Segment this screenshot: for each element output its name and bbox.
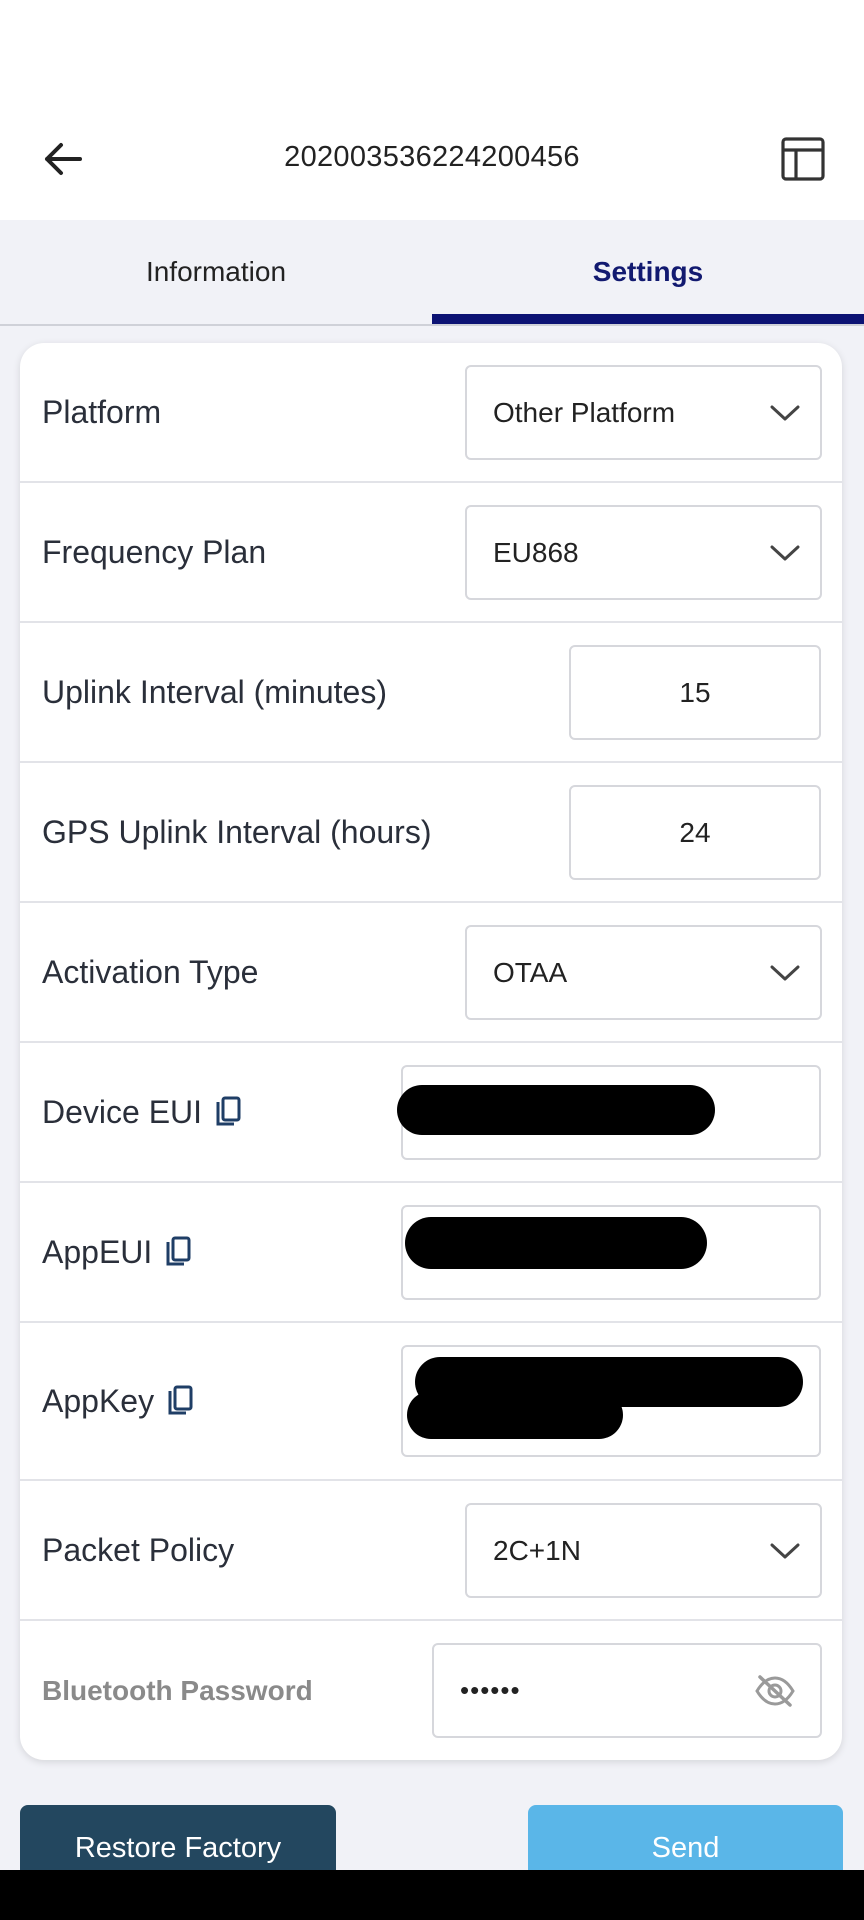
activation-type-value: OTAA	[493, 956, 568, 988]
tab-information[interactable]: Information	[0, 220, 432, 324]
app-eui-label: AppEUI	[42, 1233, 153, 1270]
uplink-interval-row: Uplink Interval (minutes) 15	[20, 623, 842, 763]
chevron-down-icon	[770, 1505, 800, 1596]
copy-icon[interactable]	[164, 1236, 192, 1268]
copy-icon[interactable]	[214, 1096, 242, 1128]
activation-type-row: Activation Type OTAA	[20, 903, 842, 1043]
layout-button[interactable]	[778, 136, 828, 186]
redacted-value	[397, 1085, 715, 1135]
frequency-plan-value: EU868	[493, 536, 579, 568]
platform-value: Other Platform	[493, 396, 676, 428]
platform-row: Platform Other Platform	[20, 343, 842, 483]
password-value: ••••••	[460, 1675, 521, 1705]
platform-select[interactable]: Other Platform	[465, 365, 822, 460]
app-key-label-group: AppKey	[42, 1323, 194, 1479]
gps-uplink-interval-input[interactable]: 24	[569, 785, 821, 880]
chevron-down-icon	[770, 927, 800, 1018]
tab-bar: Information Settings	[0, 220, 864, 326]
bluetooth-password-input[interactable]: ••••••	[432, 1643, 822, 1738]
bluetooth-password-row: Bluetooth Password ••••••	[20, 1621, 842, 1760]
bluetooth-password-label: Bluetooth Password	[42, 1674, 313, 1706]
packet-policy-label: Packet Policy	[42, 1531, 235, 1568]
eye-off-icon[interactable]	[754, 1645, 796, 1736]
redacted-value	[407, 1391, 623, 1439]
platform-label: Platform	[42, 393, 162, 430]
frequency-plan-label: Frequency Plan	[42, 533, 267, 570]
app-eui-label-group: AppEUI	[42, 1183, 192, 1321]
chevron-down-icon	[770, 367, 800, 458]
activation-type-label: Activation Type	[42, 953, 259, 990]
device-eui-input[interactable]	[397, 1065, 821, 1160]
settings-card: Platform Other Platform Frequency Plan E…	[20, 343, 842, 1760]
packet-policy-select[interactable]: 2C+1N	[465, 1503, 822, 1598]
device-eui-label: Device EUI	[42, 1093, 203, 1130]
uplink-interval-label: Uplink Interval (minutes)	[42, 673, 387, 710]
system-navigation-bar	[0, 1870, 864, 1920]
frequency-plan-select[interactable]: EU868	[465, 505, 822, 600]
gps-uplink-interval-label: GPS Uplink Interval (hours)	[42, 813, 432, 850]
app-bar: 202003536224200456	[0, 0, 864, 220]
packet-policy-row: Packet Policy 2C+1N	[20, 1481, 842, 1621]
active-tab-indicator	[432, 314, 864, 324]
activation-type-select[interactable]: OTAA	[465, 925, 822, 1020]
app-key-row: AppKey	[20, 1323, 842, 1481]
chevron-down-icon	[770, 507, 800, 598]
gps-uplink-interval-row: GPS Uplink Interval (hours) 24	[20, 763, 842, 903]
packet-policy-value: 2C+1N	[493, 1534, 581, 1566]
layout-icon	[780, 136, 826, 187]
app-key-input[interactable]	[401, 1345, 821, 1457]
page-title: 202003536224200456	[284, 141, 580, 173]
app-eui-input[interactable]	[401, 1205, 821, 1300]
redacted-value	[405, 1217, 707, 1269]
copy-icon[interactable]	[166, 1385, 194, 1417]
app-eui-row: AppEUI	[20, 1183, 842, 1323]
device-eui-label-group: Device EUI	[42, 1043, 242, 1181]
device-eui-row: Device EUI	[20, 1043, 842, 1183]
frequency-plan-row: Frequency Plan EU868	[20, 483, 842, 623]
app-key-label: AppKey	[42, 1382, 155, 1419]
tab-settings[interactable]: Settings	[432, 220, 864, 324]
uplink-interval-input[interactable]: 15	[569, 645, 821, 740]
